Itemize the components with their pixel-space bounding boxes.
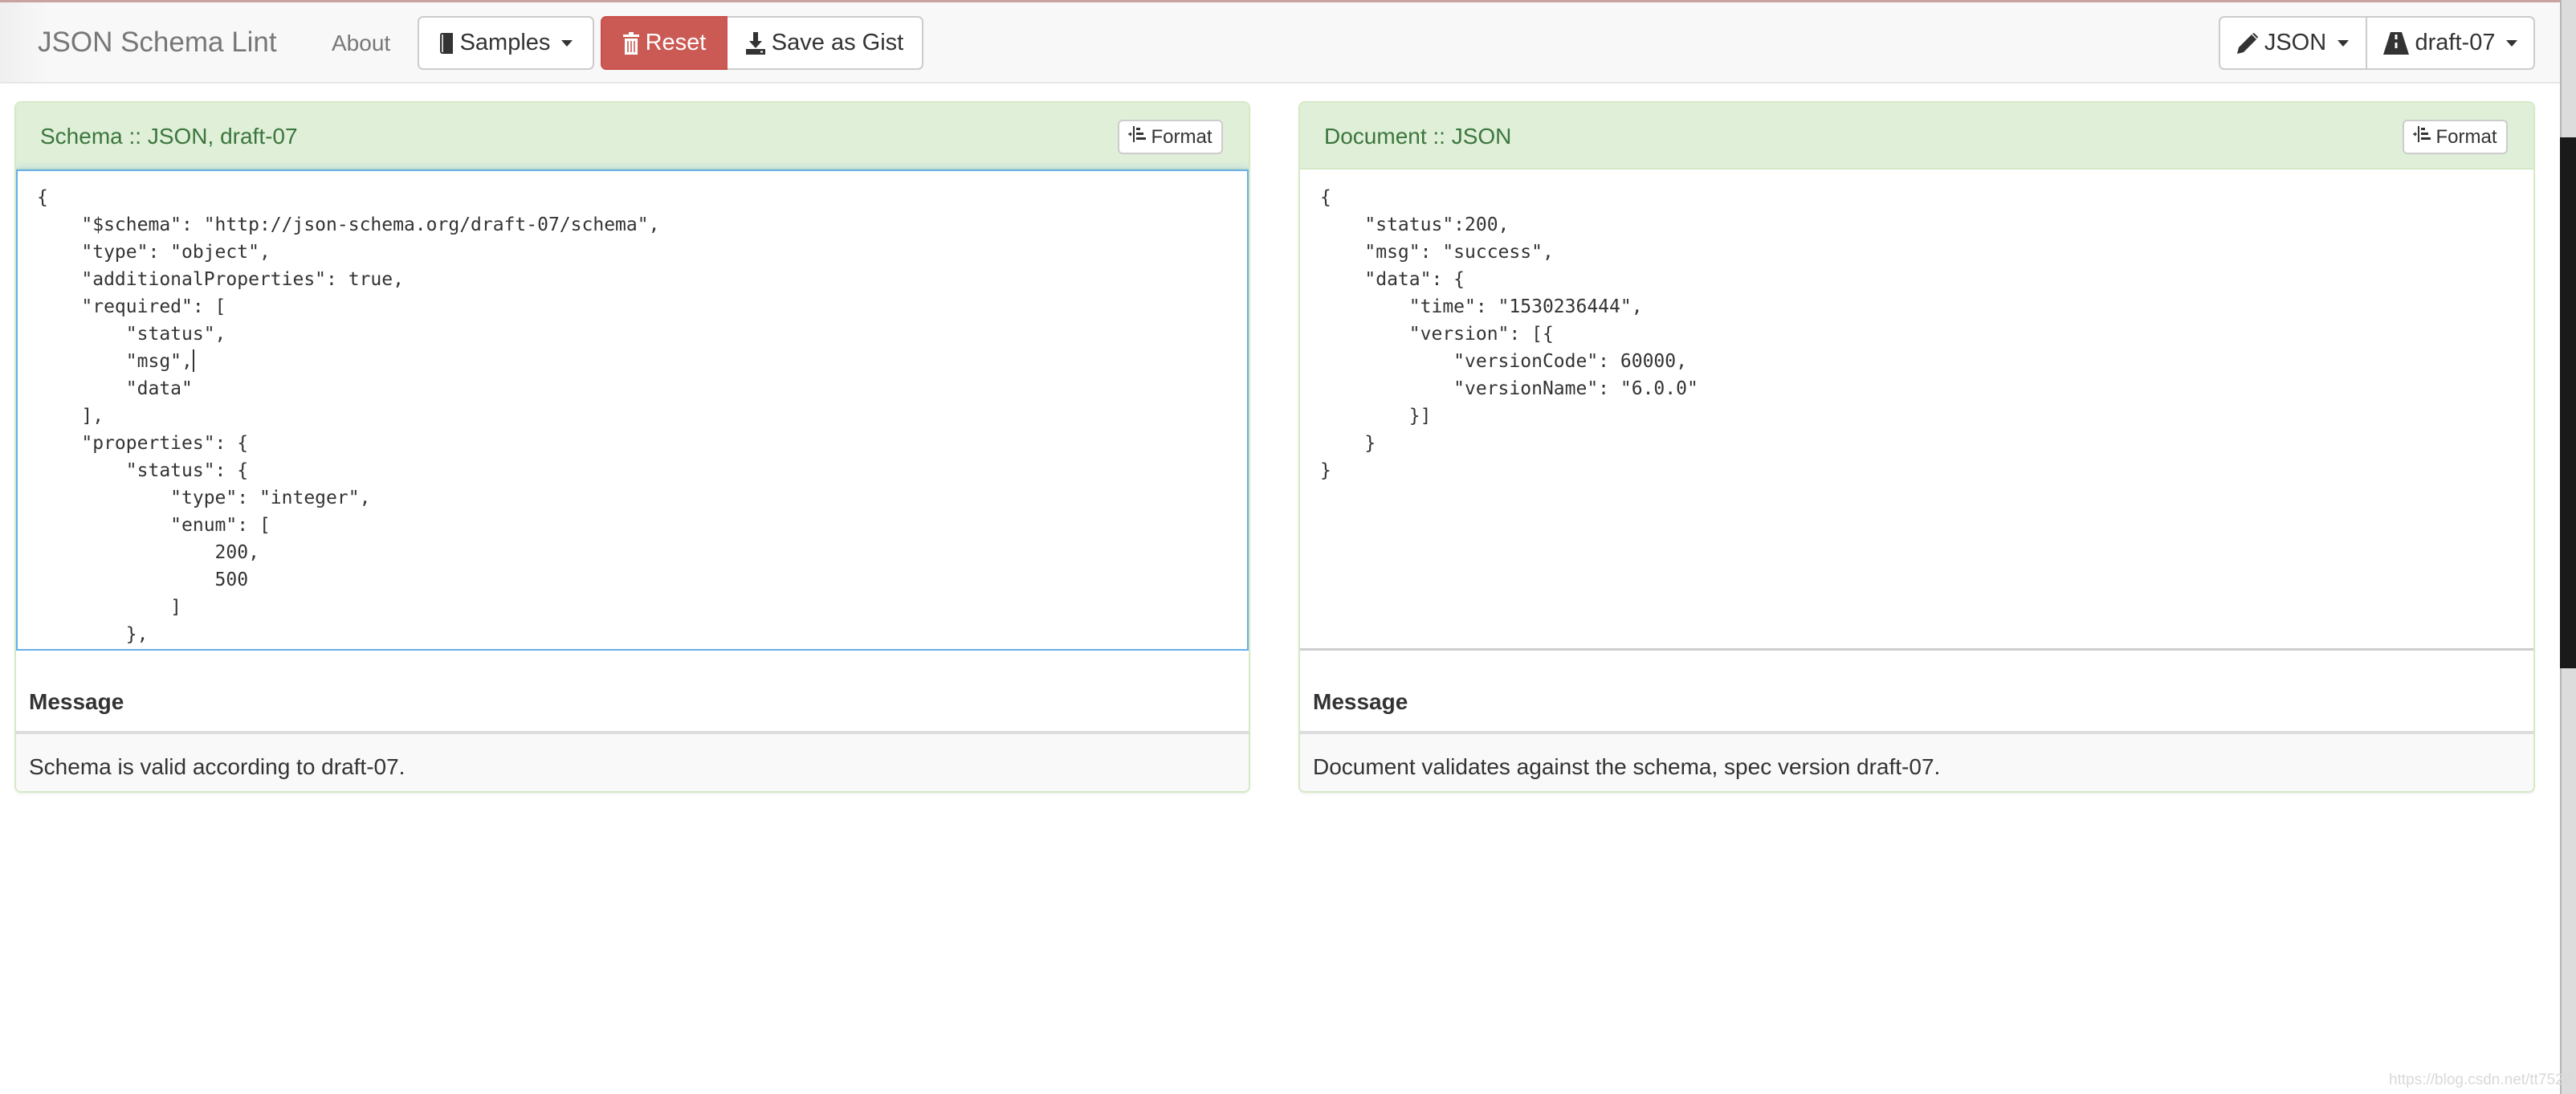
- schema-code: { "$schema": "http://json-schema.org/dra…: [37, 184, 660, 649]
- samples-dropdown-button[interactable]: Samples: [418, 16, 594, 70]
- document-format-label: Format: [2435, 125, 2497, 148]
- document-editor[interactable]: { "status":200, "msg": "success", "data"…: [1300, 169, 2533, 651]
- document-panel-heading: Document :: JSON Format: [1300, 103, 2533, 169]
- document-panel-title: Document :: JSON: [1324, 124, 1512, 149]
- document-message-header: Message: [1300, 651, 2533, 734]
- schema-validation-message: Schema is valid according to draft-07.: [29, 754, 406, 779]
- indent-icon: [2413, 125, 2431, 149]
- format-mode-label: JSON: [2264, 30, 2327, 55]
- trash-icon: [622, 31, 639, 55]
- schema-message-header: Message: [16, 651, 1249, 734]
- indent-icon: [1128, 125, 1147, 149]
- road-icon: [2382, 31, 2409, 55]
- schema-format-label: Format: [1151, 125, 1213, 148]
- save-as-gist-button[interactable]: Save as Gist: [728, 16, 923, 70]
- document-panel: Document :: JSON Format { "status":200, …: [1298, 101, 2535, 793]
- schema-panel-heading: Schema :: JSON, draft-07 Format: [16, 103, 1249, 169]
- format-mode-dropdown-button[interactable]: JSON: [2219, 16, 2367, 70]
- schema-message-body: Schema is valid according to draft-07.: [16, 734, 1249, 791]
- document-code: { "status":200, "msg": "success", "data"…: [1320, 187, 1698, 481]
- chevron-down-icon: [561, 39, 573, 47]
- schema-editor[interactable]: { "$schema": "http://json-schema.org/dra…: [16, 169, 1249, 651]
- reset-button[interactable]: Reset: [601, 16, 728, 70]
- watermark: https://blog.csdn.net/tt75281920: [2389, 1072, 2576, 1088]
- document-message-header-label: Message: [1313, 689, 1408, 714]
- chevron-down-icon: [2338, 39, 2350, 47]
- pencil-icon: [2236, 32, 2258, 54]
- spec-version-dropdown-button[interactable]: draft-07: [2366, 16, 2535, 70]
- navbar: JSON Schema Lint About Samples Reset Sav…: [0, 2, 2560, 84]
- app-brand[interactable]: JSON Schema Lint: [38, 27, 277, 59]
- download-icon: [745, 31, 765, 55]
- schema-format-button[interactable]: Format: [1118, 120, 1223, 154]
- reset-label: Reset: [645, 30, 707, 55]
- gist-label: Save as Gist: [771, 30, 904, 55]
- chevron-down-icon: [2506, 39, 2518, 47]
- schema-panel-title: Schema :: JSON, draft-07: [40, 124, 298, 149]
- adjacent-window-edge: [2560, 137, 2576, 668]
- book-icon: [439, 32, 454, 55]
- schema-code-after-cursor: "data" ], "properties": { "status": { "t…: [81, 378, 371, 645]
- text-cursor: [192, 349, 194, 372]
- schema-code-before-cursor: { "$schema": "http://json-schema.org/dra…: [37, 187, 660, 372]
- document-format-button[interactable]: Format: [2403, 120, 2508, 154]
- document-validation-message: Document validates against the schema, s…: [1313, 754, 1941, 779]
- schema-panel: Schema :: JSON, draft-07 Format { "$sche…: [14, 101, 1250, 793]
- spec-version-label: draft-07: [2415, 30, 2496, 55]
- about-link[interactable]: About: [332, 31, 390, 56]
- document-message-body: Document validates against the schema, s…: [1300, 734, 2533, 791]
- schema-message-header-label: Message: [29, 689, 124, 714]
- samples-label: Samples: [459, 30, 551, 55]
